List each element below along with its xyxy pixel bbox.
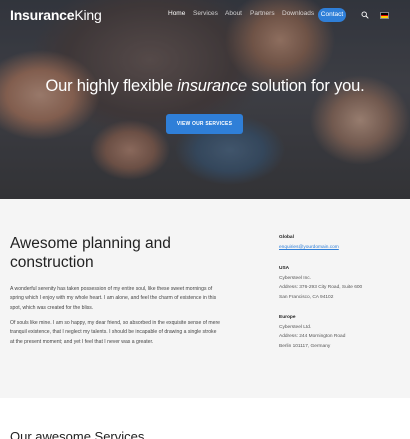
contact-usa-address: Address: 376-293 City Road, Suite 600 [279, 285, 363, 290]
nav-item-home[interactable]: Home [168, 10, 185, 22]
hero-headline: Our highly flexible insurance solution f… [0, 77, 410, 96]
contact-usa-city: San Francisco, CA 94102 [279, 294, 334, 300]
hero-headline-emphasis: insurance [177, 77, 247, 95]
nav-item-about[interactable]: About [225, 10, 242, 22]
contact-usa: USA Cybersteel Inc. Address: 376-293 Cit… [279, 264, 399, 302]
hero-headline-post: solution for you. [247, 77, 365, 95]
brand-logo-bold: Insurance [10, 7, 75, 23]
about-paragraph-2: Of souls like mine. I am so happy, my de… [10, 320, 220, 345]
brand-logo[interactable]: InsuranceKing [10, 7, 102, 23]
nav-item-downloads[interactable]: Downloads [282, 10, 314, 22]
about-title: Awesome planning and construction [10, 235, 171, 271]
about-paragraph-1: A wonderful serenity has taken possessio… [10, 286, 217, 311]
search-icon[interactable] [361, 11, 369, 19]
contact-global: Global enquiries@yourdomain.com [279, 233, 399, 252]
brand-logo-light: King [74, 7, 102, 23]
top-navbar: InsuranceKing Home Services About Partne… [0, 0, 410, 30]
nav-item-services[interactable]: Services [193, 10, 218, 22]
hero-section: InsuranceKing Home Services About Partne… [0, 0, 410, 199]
nav-contact-button[interactable]: Contact [318, 8, 346, 22]
contact-europe-company: Cybersteel Ltd. [279, 324, 312, 330]
contact-europe-region: Europe [279, 315, 296, 320]
view-services-button[interactable]: VIEW OUR SERVICES [166, 114, 243, 134]
contact-global-region: Global [279, 235, 294, 240]
contact-europe-address: Address: 244 Mornington Road [279, 334, 346, 339]
german-flag-icon[interactable] [380, 12, 389, 19]
contact-europe-city: Berlin 101117, Germany [279, 343, 331, 349]
services-title: Our awesome Services [10, 429, 145, 439]
contact-usa-company: Cybersteel Inc. [279, 275, 311, 281]
contact-global-email-link[interactable]: enquiries@yourdomain.com [279, 243, 399, 253]
nav-item-partners[interactable]: Partners [250, 10, 275, 22]
hero-headline-pre: Our highly flexible [45, 77, 178, 95]
about-section: Awesome planning and construction A wond… [0, 199, 410, 398]
contact-usa-region: USA [279, 266, 290, 271]
contact-europe: Europe Cybersteel Ltd. Address: 244 Morn… [279, 313, 399, 351]
